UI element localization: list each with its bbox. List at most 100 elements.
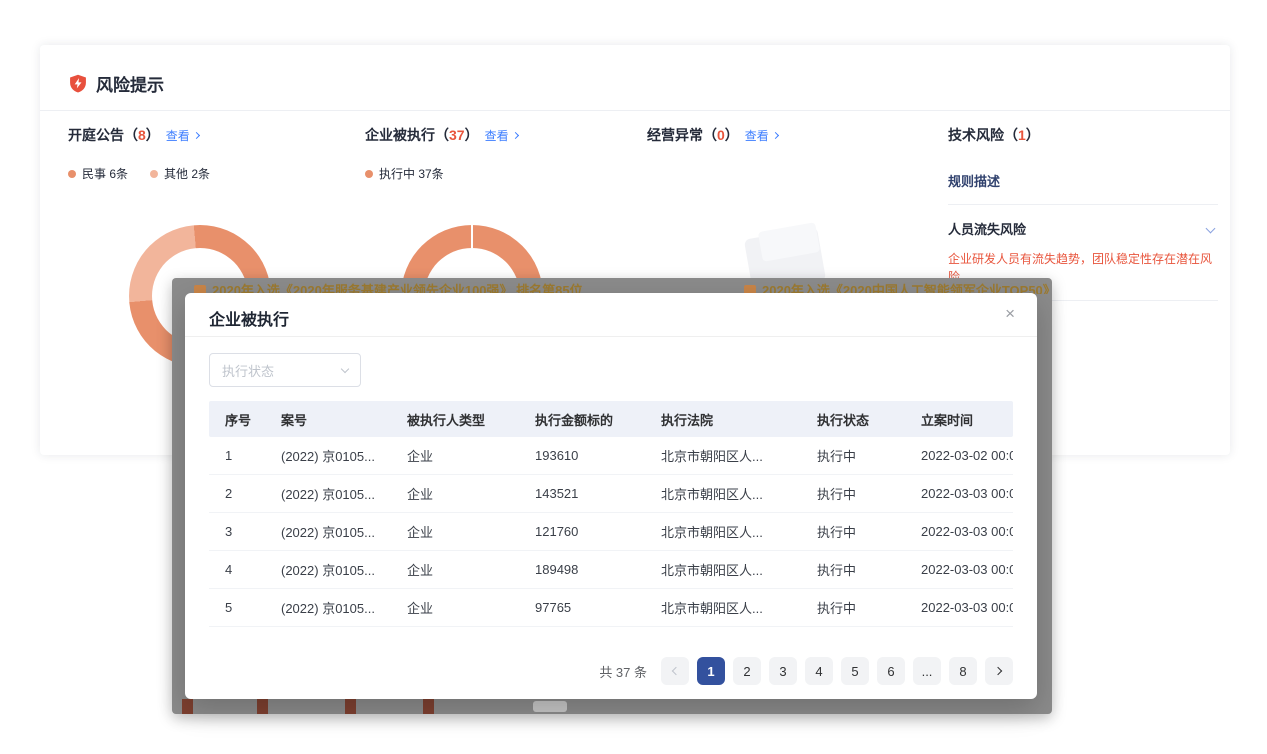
cell-amount: 193610 xyxy=(519,448,645,463)
page-button[interactable]: 8 xyxy=(949,657,977,685)
legend-dot-icon xyxy=(365,170,373,178)
cell-court: 北京市朝阳区人... xyxy=(645,484,801,503)
header-cell-type: 被执行人类型 xyxy=(391,410,519,429)
cell-type: 企业 xyxy=(391,598,519,617)
legend-dot-icon xyxy=(150,170,158,178)
chevron-right-icon xyxy=(193,131,200,138)
header-cell-amount: 执行金额标的 xyxy=(519,410,645,429)
close-icon[interactable]: × xyxy=(1001,303,1019,324)
cell-status: 执行中 xyxy=(801,484,905,503)
chevron-left-icon xyxy=(672,667,680,675)
pagination-prev-button[interactable] xyxy=(661,657,689,685)
cell-court: 北京市朝阳区人... xyxy=(645,560,801,579)
pagination-ellipsis-button[interactable]: ... xyxy=(913,657,941,685)
cell-no: 3 xyxy=(209,524,265,539)
cell-status: 执行中 xyxy=(801,560,905,579)
dimmed-bar-fragment xyxy=(182,699,193,714)
header-divider xyxy=(40,110,1230,111)
table-row: 3 (2022) 京0105... 企业 121760 北京市朝阳区人... 执… xyxy=(209,513,1013,551)
section-title: 企业被执行 xyxy=(365,125,435,145)
paren: （ xyxy=(124,125,138,145)
cell-amount: 97765 xyxy=(519,600,645,615)
page: 风险提示 开庭公告 （ 8 ） 查看 民事 6条 其他 2 xyxy=(0,0,1267,754)
view-link-court[interactable]: 查看 xyxy=(166,127,199,144)
cell-court: 北京市朝阳区人... xyxy=(645,446,801,465)
execution-table: 序号 案号 被执行人类型 执行金额标的 执行法院 执行状态 立案时间 1 (20… xyxy=(209,401,1013,627)
cell-type: 企业 xyxy=(391,446,519,465)
page-button[interactable]: 5 xyxy=(841,657,869,685)
table-row: 2 (2022) 京0105... 企业 143521 北京市朝阳区人... 执… xyxy=(209,475,1013,513)
chevron-down-icon[interactable] xyxy=(1206,224,1216,234)
page-button[interactable]: 6 xyxy=(877,657,905,685)
select-placeholder: 执行状态 xyxy=(222,361,274,380)
cell-case: (2022) 京0105... xyxy=(265,598,391,617)
section-count: 8 xyxy=(138,127,146,143)
cell-no: 4 xyxy=(209,562,265,577)
table-row: 1 (2022) 京0105... 企业 193610 北京市朝阳区人... 执… xyxy=(209,437,1013,475)
cell-date: 2022-03-03 00:0... xyxy=(905,600,1013,615)
section-title: 技术风险 xyxy=(948,125,1004,145)
paren: ） xyxy=(725,125,739,145)
section-tech-risk: 技术风险 （ 1 ） 规则描述 人员流失风险 企业研发人员有流失趋势，团队稳定性… xyxy=(948,125,1218,301)
section-count: 37 xyxy=(449,127,465,143)
page-button[interactable]: 4 xyxy=(805,657,833,685)
section-abnormal: 经营异常 （ 0 ） 查看 xyxy=(647,125,778,145)
rule-description-heading: 规则描述 xyxy=(948,171,1218,190)
dimmed-bar-fragment xyxy=(345,699,356,714)
donut-divider xyxy=(471,225,473,248)
table-row: 4 (2022) 京0105... 企业 189498 北京市朝阳区人... 执… xyxy=(209,551,1013,589)
dimmed-bar-fragment xyxy=(257,699,268,714)
header-cell-court: 执行法院 xyxy=(645,410,801,429)
dimmed-bar-fragment xyxy=(423,699,434,714)
dimmed-button-fragment xyxy=(533,701,567,712)
chevron-right-icon xyxy=(772,131,779,138)
cell-type: 企业 xyxy=(391,560,519,579)
pagination: 共 37 条 1 2 3 4 5 6 ... 8 xyxy=(599,657,1013,685)
section-court-hearing: 开庭公告 （ 8 ） 查看 xyxy=(68,125,199,145)
page-button[interactable]: 2 xyxy=(733,657,761,685)
legend-court: 民事 6条 其他 2条 xyxy=(68,165,210,182)
header-cell-case: 案号 xyxy=(265,410,391,429)
page-button[interactable]: 1 xyxy=(697,657,725,685)
section-title: 经营异常 xyxy=(647,125,703,145)
cell-status: 执行中 xyxy=(801,598,905,617)
chevron-down-icon xyxy=(341,364,349,372)
risk-item-title: 人员流失风险 xyxy=(948,219,1026,238)
dimmed-background-content: 2020年入选《2020年服务基建产业领先企业100强》 排名第85位 2020… xyxy=(172,279,1052,294)
section-count: 0 xyxy=(717,127,725,143)
cell-type: 企业 xyxy=(391,484,519,503)
cell-no: 5 xyxy=(209,600,265,615)
cell-amount: 189498 xyxy=(519,562,645,577)
header-cell-no: 序号 xyxy=(209,410,265,429)
cell-amount: 143521 xyxy=(519,486,645,501)
page-title: 风险提示 xyxy=(96,71,164,96)
award-list-item: 2020年入选《2020年服务基建产业领先企业100强》 排名第85位 xyxy=(194,280,583,294)
execution-status-select[interactable]: 执行状态 xyxy=(209,353,361,387)
cell-court: 北京市朝阳区人... xyxy=(645,598,801,617)
page-button[interactable]: 3 xyxy=(769,657,797,685)
award-list-item: 2020年入选《2020中国人工智能领军企业TOP50》 xyxy=(744,280,1052,294)
cell-date: 2022-03-02 00:0... xyxy=(905,448,1013,463)
cell-case: (2022) 京0105... xyxy=(265,522,391,541)
paren: ） xyxy=(465,125,479,145)
section-title: 开庭公告 xyxy=(68,125,124,145)
risk-item-staff-loss[interactable]: 人员流失风险 xyxy=(948,219,1218,238)
cell-case: (2022) 京0105... xyxy=(265,484,391,503)
pagination-total: 共 37 条 xyxy=(599,662,647,681)
view-link-execution[interactable]: 查看 xyxy=(485,127,518,144)
cell-date: 2022-03-03 00:0... xyxy=(905,562,1013,577)
cell-type: 企业 xyxy=(391,522,519,541)
modal-header: 企业被执行 × xyxy=(185,293,1037,337)
cell-date: 2022-03-03 00:0... xyxy=(905,524,1013,539)
paren: （ xyxy=(1004,125,1018,145)
cell-court: 北京市朝阳区人... xyxy=(645,522,801,541)
risk-panel-header: 风险提示 xyxy=(68,71,164,96)
pagination-next-button[interactable] xyxy=(985,657,1013,685)
cell-status: 执行中 xyxy=(801,522,905,541)
legend-item: 其他 2条 xyxy=(150,165,210,182)
cell-amount: 121760 xyxy=(519,524,645,539)
paren: ） xyxy=(146,125,160,145)
paren: （ xyxy=(435,125,449,145)
view-link-abnormal[interactable]: 查看 xyxy=(745,127,778,144)
modal-title: 企业被执行 xyxy=(209,306,289,330)
